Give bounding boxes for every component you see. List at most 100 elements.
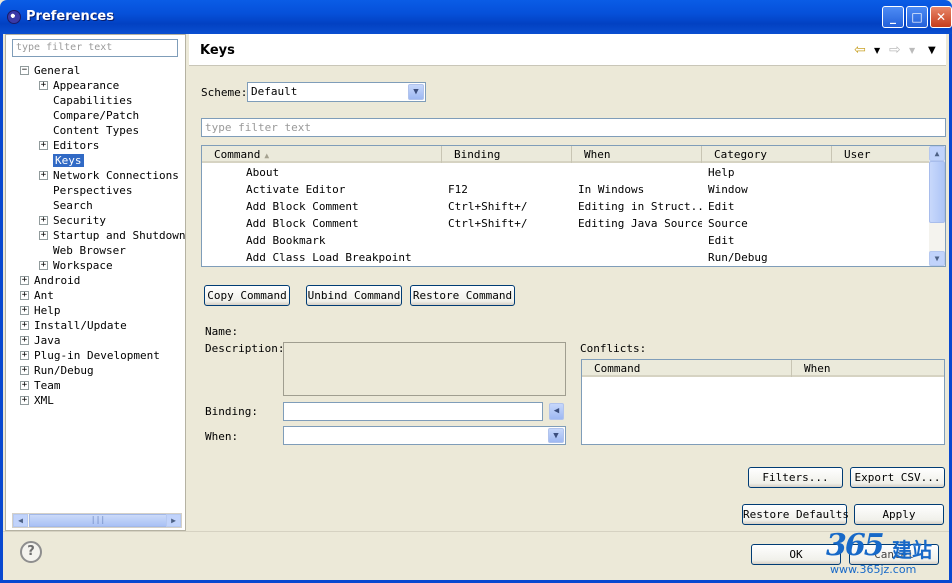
copy-command-button[interactable]: Copy Command — [204, 285, 290, 306]
tree-item[interactable]: + Android — [20, 273, 80, 288]
expand-icon[interactable]: + — [39, 141, 48, 150]
expand-icon[interactable]: + — [39, 216, 48, 225]
close-button[interactable]: ✕ — [930, 6, 952, 28]
view-menu-icon[interactable]: ▼ — [928, 45, 936, 56]
tree-item-label: Ant — [34, 289, 54, 302]
table-row[interactable]: Add Bookmark Edit — [202, 232, 929, 249]
chevron-down-icon[interactable]: ▼ — [408, 84, 424, 100]
scroll-left-icon[interactable]: ◀ — [13, 514, 28, 527]
cell-binding: F12 — [448, 183, 468, 196]
chevron-left-icon[interactable]: ◀ — [549, 403, 564, 420]
tree-item-label: Appearance — [53, 79, 120, 92]
eclipse-icon — [7, 10, 21, 24]
tree-item-label: Security — [53, 214, 106, 227]
conflicts-column-when[interactable]: When — [792, 360, 944, 377]
tree-item[interactable]: Compare/Patch — [53, 108, 139, 123]
scroll-up-icon[interactable]: ▲ — [929, 146, 945, 161]
tree-item[interactable]: Perspectives — [53, 183, 132, 198]
expand-icon[interactable]: + — [20, 366, 29, 375]
back-icon[interactable]: ⇦ — [854, 42, 866, 58]
cell-command: Activate Editor — [246, 183, 346, 196]
unbind-command-button[interactable]: Unbind Command — [306, 285, 402, 306]
collapse-icon[interactable]: − — [20, 66, 29, 75]
scroll-thumb[interactable]: ||| — [29, 514, 167, 527]
keys-filter-input[interactable]: type filter text — [201, 118, 946, 137]
back-dropdown-icon[interactable]: ▼ — [874, 46, 880, 55]
tree-item-label: Perspectives — [53, 184, 133, 197]
expand-icon[interactable]: + — [20, 321, 29, 330]
tree-item-label: Run/Debug — [34, 364, 94, 377]
tree-item-label: Network Connections — [53, 169, 179, 182]
tree-item[interactable]: Search — [53, 198, 93, 213]
restore-defaults-button[interactable]: Restore Defaults — [742, 504, 849, 525]
expand-icon[interactable]: + — [20, 381, 29, 390]
tree-item[interactable]: + Install/Update — [20, 318, 127, 333]
restore-command-button[interactable]: Restore Command — [410, 285, 515, 306]
scroll-right-icon[interactable]: ▶ — [166, 514, 181, 527]
tree-item-label: Web Browser — [53, 244, 126, 257]
expand-icon[interactable]: + — [39, 231, 48, 240]
tree-item[interactable]: Keys — [53, 153, 84, 168]
expand-icon[interactable]: + — [20, 336, 29, 345]
tree-item[interactable]: + Security — [39, 213, 106, 228]
chevron-down-icon[interactable]: ▼ — [548, 428, 564, 443]
expand-icon[interactable]: + — [20, 351, 29, 360]
expand-icon[interactable]: + — [20, 306, 29, 315]
tree-item[interactable]: + Run/Debug — [20, 363, 94, 378]
tree-item-label: Workspace — [53, 259, 113, 272]
scroll-thumb[interactable] — [929, 161, 945, 223]
column-when[interactable]: When — [572, 146, 702, 163]
expand-icon[interactable]: + — [20, 396, 29, 405]
tree-item[interactable]: + Network Connections — [39, 168, 179, 183]
keys-page: Keys ⇦ ▼ ⇨ ▼ ▼ Scheme: Default ▼ type fi… — [189, 34, 946, 531]
apply-button[interactable]: Apply — [854, 504, 944, 525]
column-category[interactable]: Category — [702, 146, 832, 163]
expand-icon[interactable]: + — [39, 171, 48, 180]
tree-item[interactable]: + Editors — [39, 138, 99, 153]
expand-icon[interactable]: + — [20, 291, 29, 300]
conflicts-column-command[interactable]: Command — [582, 360, 792, 377]
table-row[interactable]: Add Block Comment Ctrl+Shift+/ Editing in … — [202, 198, 929, 215]
expand-icon[interactable]: + — [20, 276, 29, 285]
tree-item[interactable]: Content Types — [53, 123, 139, 138]
table-row[interactable]: Add Class Load Breakpoint Run/Debug — [202, 249, 929, 266]
tree-item[interactable]: + Help — [20, 303, 61, 318]
forward-icon[interactable]: ⇨ — [889, 42, 901, 58]
table-row[interactable]: About Help — [202, 164, 929, 181]
table-row[interactable]: Add Block Comment Ctrl+Shift+/ Editing Jav… — [202, 215, 929, 232]
scheme-select[interactable]: Default ▼ — [247, 82, 426, 102]
tree-item[interactable]: Capabilities — [53, 93, 132, 108]
description-field — [283, 342, 566, 396]
tree-item[interactable]: + Team — [20, 378, 61, 393]
conflicts-table-header: Command When — [582, 360, 944, 377]
tree-item[interactable]: Web Browser — [53, 243, 126, 258]
tree-item[interactable]: + Java — [20, 333, 61, 348]
filters-button[interactable]: Filters... — [748, 467, 843, 488]
column-user[interactable]: User — [832, 146, 929, 163]
tree-item[interactable]: + Ant — [20, 288, 54, 303]
tree-filter-input[interactable]: type filter text — [12, 39, 178, 57]
export-csv-button[interactable]: Export CSV... — [850, 467, 945, 488]
help-icon[interactable]: ? — [20, 541, 42, 563]
tree-item[interactable]: + Plug-in Development — [20, 348, 160, 363]
tree-item[interactable]: + Workspace — [39, 258, 113, 273]
when-label: When: — [205, 430, 239, 443]
when-select[interactable]: ▼ — [283, 426, 566, 445]
tree-item[interactable]: + XML — [20, 393, 54, 408]
minimize-button[interactable]: _ — [882, 6, 904, 28]
column-binding[interactable]: Binding — [442, 146, 572, 163]
tree-item-label: Compare/Patch — [53, 109, 140, 122]
forward-dropdown-icon[interactable]: ▼ — [909, 46, 915, 55]
tree-horizontal-scrollbar[interactable]: ◀ ||| ▶ — [12, 513, 182, 528]
expand-icon[interactable]: + — [39, 81, 48, 90]
tree-item[interactable]: + Appearance — [39, 78, 120, 93]
column-command[interactable]: Command ▲ — [202, 146, 442, 163]
keys-table-scrollbar[interactable]: ▲ ▼ — [929, 146, 945, 266]
tree-item[interactable]: + Startup and Shutdown — [39, 228, 185, 243]
expand-icon[interactable]: + — [39, 261, 48, 270]
binding-field[interactable] — [283, 402, 543, 421]
scroll-down-icon[interactable]: ▼ — [929, 251, 945, 266]
maximize-button[interactable]: □ — [906, 6, 928, 28]
tree-item[interactable]: − General — [20, 63, 80, 78]
table-row[interactable]: Activate Editor F12 In Windows Window — [202, 181, 929, 198]
